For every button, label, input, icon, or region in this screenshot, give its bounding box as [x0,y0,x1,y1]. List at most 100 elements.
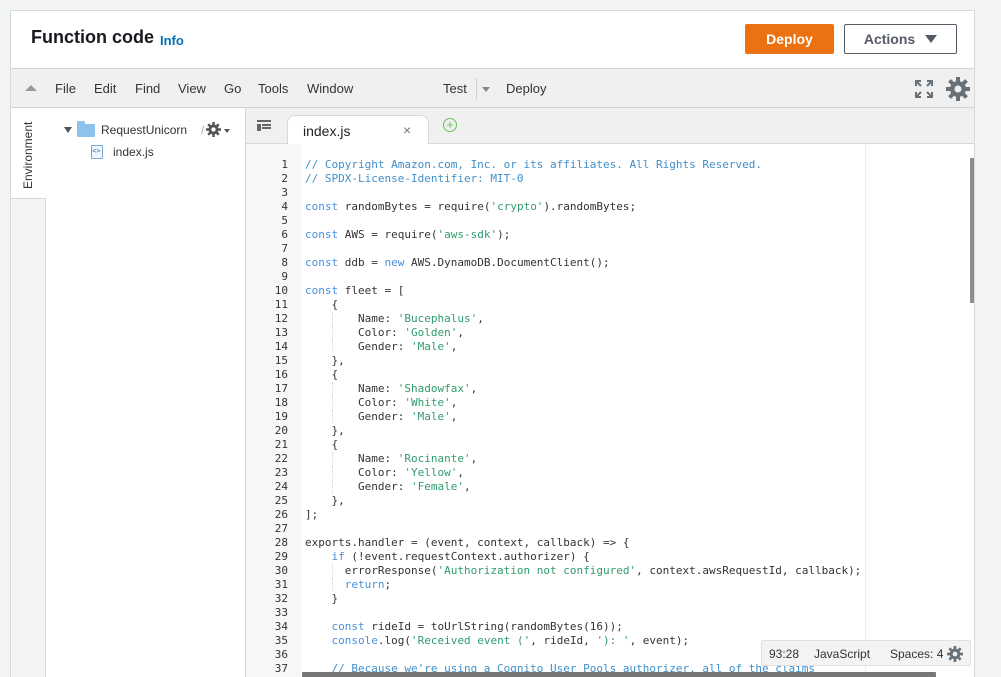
indent-guide [331,396,333,410]
line-number: 19 [274,410,288,423]
code-line[interactable]: 32 } [246,592,974,606]
code-line[interactable]: 2 // SPDX-License-Identifier: MIT-0 [246,172,974,186]
tab-index-js[interactable]: index.js × [287,115,429,144]
code-text: // Copyright Amazon.com, Inc. or its aff… [305,158,762,171]
line-number: 23 [274,466,288,479]
menu-file[interactable]: File [55,81,76,96]
code-line[interactable]: 1 // Copyright Amazon.com, Inc. or its af… [246,158,974,172]
add-tab-icon[interactable]: + [443,118,457,132]
code-line[interactable]: 28 exports.handler = (event, context, cal… [246,536,974,550]
line-number: 34 [274,620,288,633]
menu-test[interactable]: Test [443,81,467,96]
cursor-position[interactable]: 93:28 [769,647,799,661]
tab-list-icon[interactable] [257,120,271,131]
indent-guide [331,312,333,326]
collapse-toggle-icon[interactable] [25,85,37,91]
tab-environment[interactable]: Environment [11,108,46,199]
horizontal-scrollbar[interactable] [302,672,936,677]
menu-find[interactable]: Find [135,81,160,96]
indent-guide [331,452,333,466]
code-text: Color: 'Yellow', [305,466,464,479]
indent-guide [331,466,333,480]
code-line[interactable]: 3 [246,186,974,200]
code-line[interactable]: 5 [246,214,974,228]
code-line[interactable]: 24 Gender: 'Female', [246,480,974,494]
code-line[interactable]: 21 { [246,438,974,452]
line-number: 21 [274,438,288,451]
code-line[interactable]: 18 Color: 'White', [246,396,974,410]
editor-status-bar: 93:28 JavaScript Spaces: 4 [761,640,971,666]
code-line[interactable]: 22 Name: 'Rocinante', [246,452,974,466]
code-line[interactable]: 20 }, [246,424,974,438]
indent-guide [331,564,333,578]
code-line[interactable]: 29 if (!event.requestContext.authorizer)… [246,550,974,564]
vertical-scrollbar[interactable] [970,158,974,303]
indent-spaces[interactable]: Spaces: 4 [890,647,943,661]
code-line[interactable]: 33 [246,606,974,620]
code-text: { [305,298,339,311]
code-line[interactable]: 17 Name: 'Shadowfax', [246,382,974,396]
line-number: 36 [274,648,288,661]
code-editor[interactable]: 1 // Copyright Amazon.com, Inc. or its af… [246,144,974,677]
file-name: index.js [113,145,154,159]
tree-settings-gear-icon[interactable] [206,122,221,137]
code-text: // SPDX-License-Identifier: MIT-0 [305,172,524,185]
tree-settings-caret-icon[interactable] [224,129,230,133]
tree-folder-row[interactable]: RequestUnicorn / [64,120,205,138]
code-line[interactable]: 11 { [246,298,974,312]
code-line[interactable]: 15 }, [246,354,974,368]
panel-header: Function code Info Deploy Actions [11,11,974,68]
code-line[interactable]: 9 [246,270,974,284]
code-line[interactable]: 30 errorResponse('Authorization not conf… [246,564,974,578]
deploy-button[interactable]: Deploy [745,24,834,54]
editor-settings-gear-icon[interactable] [947,646,963,662]
code-line[interactable]: 14 Gender: 'Male', [246,340,974,354]
line-number: 8 [281,256,288,269]
code-line[interactable]: 10 const fleet = [ [246,284,974,298]
line-number: 30 [274,564,288,577]
tree-file-row[interactable]: index.js [91,144,154,160]
expand-arrow-icon[interactable] [64,127,72,133]
tab-environment-label: Environment [21,121,35,189]
menu-window[interactable]: Window [307,81,353,96]
menu-go[interactable]: Go [224,81,241,96]
code-line[interactable]: 13 Color: 'Golden', [246,326,974,340]
code-line[interactable]: 7 [246,242,974,256]
code-line[interactable]: 23 Color: 'Yellow', [246,466,974,480]
menu-deploy[interactable]: Deploy [506,81,546,96]
code-line[interactable]: 8 const ddb = new AWS.DynamoDB.DocumentCl… [246,256,974,270]
actions-label: Actions [863,31,916,47]
code-line[interactable]: 16 { [246,368,974,382]
line-number: 27 [274,522,288,535]
code-line[interactable]: 34 const rideId = toUrlString(randomByte… [246,620,974,634]
line-number: 1 [281,158,288,171]
code-text: exports.handler = (event, context, callb… [305,536,630,549]
code-line[interactable]: 27 [246,522,974,536]
code-text: }, [305,494,345,507]
fullscreen-icon[interactable] [915,80,933,98]
line-number: 6 [281,228,288,241]
code-line[interactable]: 4 const randomBytes = require('crypto').r… [246,200,974,214]
js-file-icon [91,145,103,159]
code-line[interactable]: 25 }, [246,494,974,508]
folder-slash: / [201,123,205,137]
code-line[interactable]: 31 return; [246,578,974,592]
code-line[interactable]: 19 Gender: 'Male', [246,410,974,424]
menu-tools[interactable]: Tools [258,81,288,96]
code-line[interactable]: 6 const AWS = require('aws-sdk'); [246,228,974,242]
caret-down-icon [925,35,938,43]
code-line[interactable]: 12 Name: 'Bucephalus', [246,312,974,326]
test-dropdown-icon[interactable] [482,87,490,92]
preferences-gear-icon[interactable] [946,77,970,101]
language-mode[interactable]: JavaScript [814,647,870,661]
menu-edit[interactable]: Edit [94,81,116,96]
code-line[interactable]: 26]; [246,508,974,522]
menu-view[interactable]: View [178,81,206,96]
line-number: 10 [274,284,288,297]
close-tab-icon[interactable]: × [403,122,411,138]
actions-dropdown-button[interactable]: Actions [844,24,957,54]
code-text: }, [305,354,345,367]
folder-name: RequestUnicorn [101,123,188,137]
info-link[interactable]: Info [160,33,184,48]
line-number: 26 [274,508,288,521]
